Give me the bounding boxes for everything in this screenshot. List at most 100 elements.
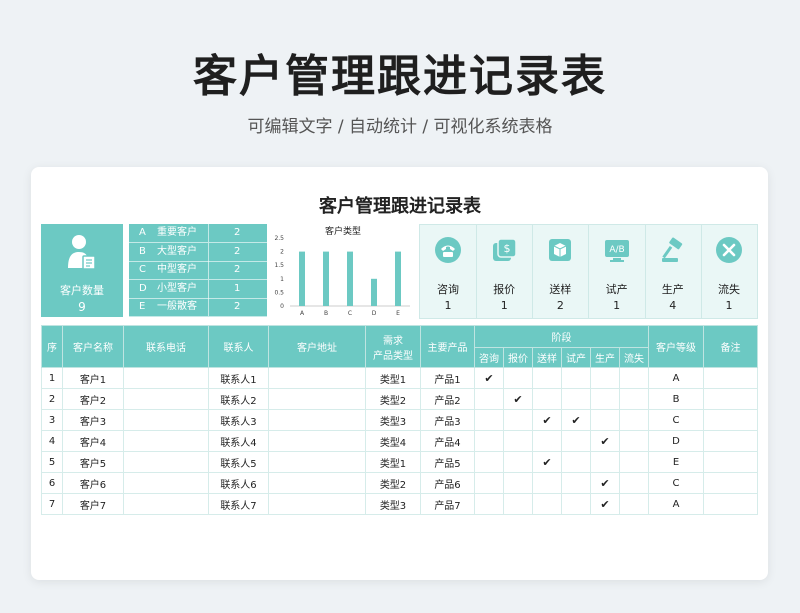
cell-contact[interactable]: 联系人4	[208, 430, 269, 452]
cell-note[interactable]	[703, 388, 758, 410]
cell-stage[interactable]	[619, 472, 649, 494]
cell-main-product[interactable]: 产品5	[420, 451, 475, 473]
cell-main-product[interactable]: 产品7	[420, 493, 475, 515]
cell-level[interactable]: E	[648, 451, 704, 473]
cell-phone[interactable]	[123, 451, 209, 473]
cell-stage[interactable]	[503, 451, 533, 473]
cell-contact[interactable]: 联系人7	[208, 493, 269, 515]
cell-product-type[interactable]: 类型3	[365, 493, 421, 515]
cell-address[interactable]	[268, 409, 366, 431]
cell-level[interactable]: C	[648, 409, 704, 431]
cell-stage[interactable]: ✔	[590, 430, 620, 452]
cell-note[interactable]	[703, 367, 758, 389]
cell-seq[interactable]: 7	[41, 493, 63, 515]
cell-stage[interactable]	[532, 388, 562, 410]
cell-phone[interactable]	[123, 409, 209, 431]
cell-seq[interactable]: 5	[41, 451, 63, 473]
cell-stage[interactable]	[619, 367, 649, 389]
cell-product-type[interactable]: 类型1	[365, 451, 421, 473]
cell-stage[interactable]	[561, 472, 591, 494]
cell-seq[interactable]: 4	[41, 430, 63, 452]
cell-level[interactable]: A	[648, 367, 704, 389]
cell-main-product[interactable]: 产品4	[420, 430, 475, 452]
cell-main-product[interactable]: 产品6	[420, 472, 475, 494]
cell-phone[interactable]	[123, 388, 209, 410]
cell-customer-name[interactable]: 客户3	[62, 409, 124, 431]
cell-stage[interactable]	[561, 388, 591, 410]
cell-customer-name[interactable]: 客户1	[62, 367, 124, 389]
cell-seq[interactable]: 2	[41, 388, 63, 410]
cell-contact[interactable]: 联系人3	[208, 409, 269, 431]
cell-stage[interactable]	[474, 430, 504, 452]
cell-stage[interactable]	[619, 493, 649, 515]
cell-stage[interactable]	[503, 367, 533, 389]
cell-product-type[interactable]: 类型1	[365, 367, 421, 389]
cell-address[interactable]	[268, 451, 366, 473]
cell-stage[interactable]: ✔	[503, 388, 533, 410]
cell-level[interactable]: D	[648, 430, 704, 452]
cell-customer-name[interactable]: 客户7	[62, 493, 124, 515]
cell-stage[interactable]	[619, 430, 649, 452]
cell-note[interactable]	[703, 430, 758, 452]
cell-stage[interactable]: ✔	[532, 409, 562, 431]
cell-note[interactable]	[703, 451, 758, 473]
cell-stage[interactable]	[503, 472, 533, 494]
cell-address[interactable]	[268, 472, 366, 494]
cell-stage[interactable]: ✔	[590, 472, 620, 494]
cell-stage[interactable]	[561, 430, 591, 452]
cell-stage[interactable]	[619, 388, 649, 410]
cell-customer-name[interactable]: 客户2	[62, 388, 124, 410]
cell-stage[interactable]	[474, 409, 504, 431]
cell-product-type[interactable]: 类型2	[365, 472, 421, 494]
cell-stage[interactable]: ✔	[590, 493, 620, 515]
cell-phone[interactable]	[123, 367, 209, 389]
cell-stage[interactable]	[503, 409, 533, 431]
cell-product-type[interactable]: 类型3	[365, 409, 421, 431]
cell-stage[interactable]	[503, 430, 533, 452]
cell-note[interactable]	[703, 472, 758, 494]
cell-stage[interactable]	[561, 367, 591, 389]
cell-main-product[interactable]: 产品3	[420, 409, 475, 431]
cell-stage[interactable]	[590, 451, 620, 473]
cell-contact[interactable]: 联系人6	[208, 472, 269, 494]
cell-customer-name[interactable]: 客户4	[62, 430, 124, 452]
cell-address[interactable]	[268, 367, 366, 389]
cell-stage[interactable]	[590, 367, 620, 389]
cell-customer-name[interactable]: 客户6	[62, 472, 124, 494]
cell-stage[interactable]	[561, 451, 591, 473]
cell-stage[interactable]	[474, 451, 504, 473]
cell-note[interactable]	[703, 409, 758, 431]
cell-address[interactable]	[268, 388, 366, 410]
cell-phone[interactable]	[123, 472, 209, 494]
cell-stage[interactable]	[619, 451, 649, 473]
cell-stage[interactable]	[532, 367, 562, 389]
cell-seq[interactable]: 3	[41, 409, 63, 431]
cell-level[interactable]: A	[648, 493, 704, 515]
cell-phone[interactable]	[123, 430, 209, 452]
cell-stage[interactable]	[474, 493, 504, 515]
cell-stage[interactable]	[532, 493, 562, 515]
cell-stage[interactable]: ✔	[474, 367, 504, 389]
cell-stage[interactable]	[532, 430, 562, 452]
cell-level[interactable]: C	[648, 472, 704, 494]
cell-main-product[interactable]: 产品1	[420, 367, 475, 389]
cell-seq[interactable]: 6	[41, 472, 63, 494]
cell-stage[interactable]: ✔	[532, 451, 562, 473]
cell-stage[interactable]	[590, 409, 620, 431]
cell-seq[interactable]: 1	[41, 367, 63, 389]
cell-product-type[interactable]: 类型2	[365, 388, 421, 410]
cell-stage[interactable]	[503, 493, 533, 515]
cell-contact[interactable]: 联系人2	[208, 388, 269, 410]
cell-stage[interactable]	[532, 472, 562, 494]
cell-main-product[interactable]: 产品2	[420, 388, 475, 410]
cell-address[interactable]	[268, 493, 366, 515]
cell-stage[interactable]	[474, 388, 504, 410]
cell-stage[interactable]	[619, 409, 649, 431]
cell-product-type[interactable]: 类型4	[365, 430, 421, 452]
cell-stage[interactable]: ✔	[561, 409, 591, 431]
cell-address[interactable]	[268, 430, 366, 452]
cell-contact[interactable]: 联系人5	[208, 451, 269, 473]
cell-phone[interactable]	[123, 493, 209, 515]
cell-stage[interactable]	[561, 493, 591, 515]
cell-note[interactable]	[703, 493, 758, 515]
